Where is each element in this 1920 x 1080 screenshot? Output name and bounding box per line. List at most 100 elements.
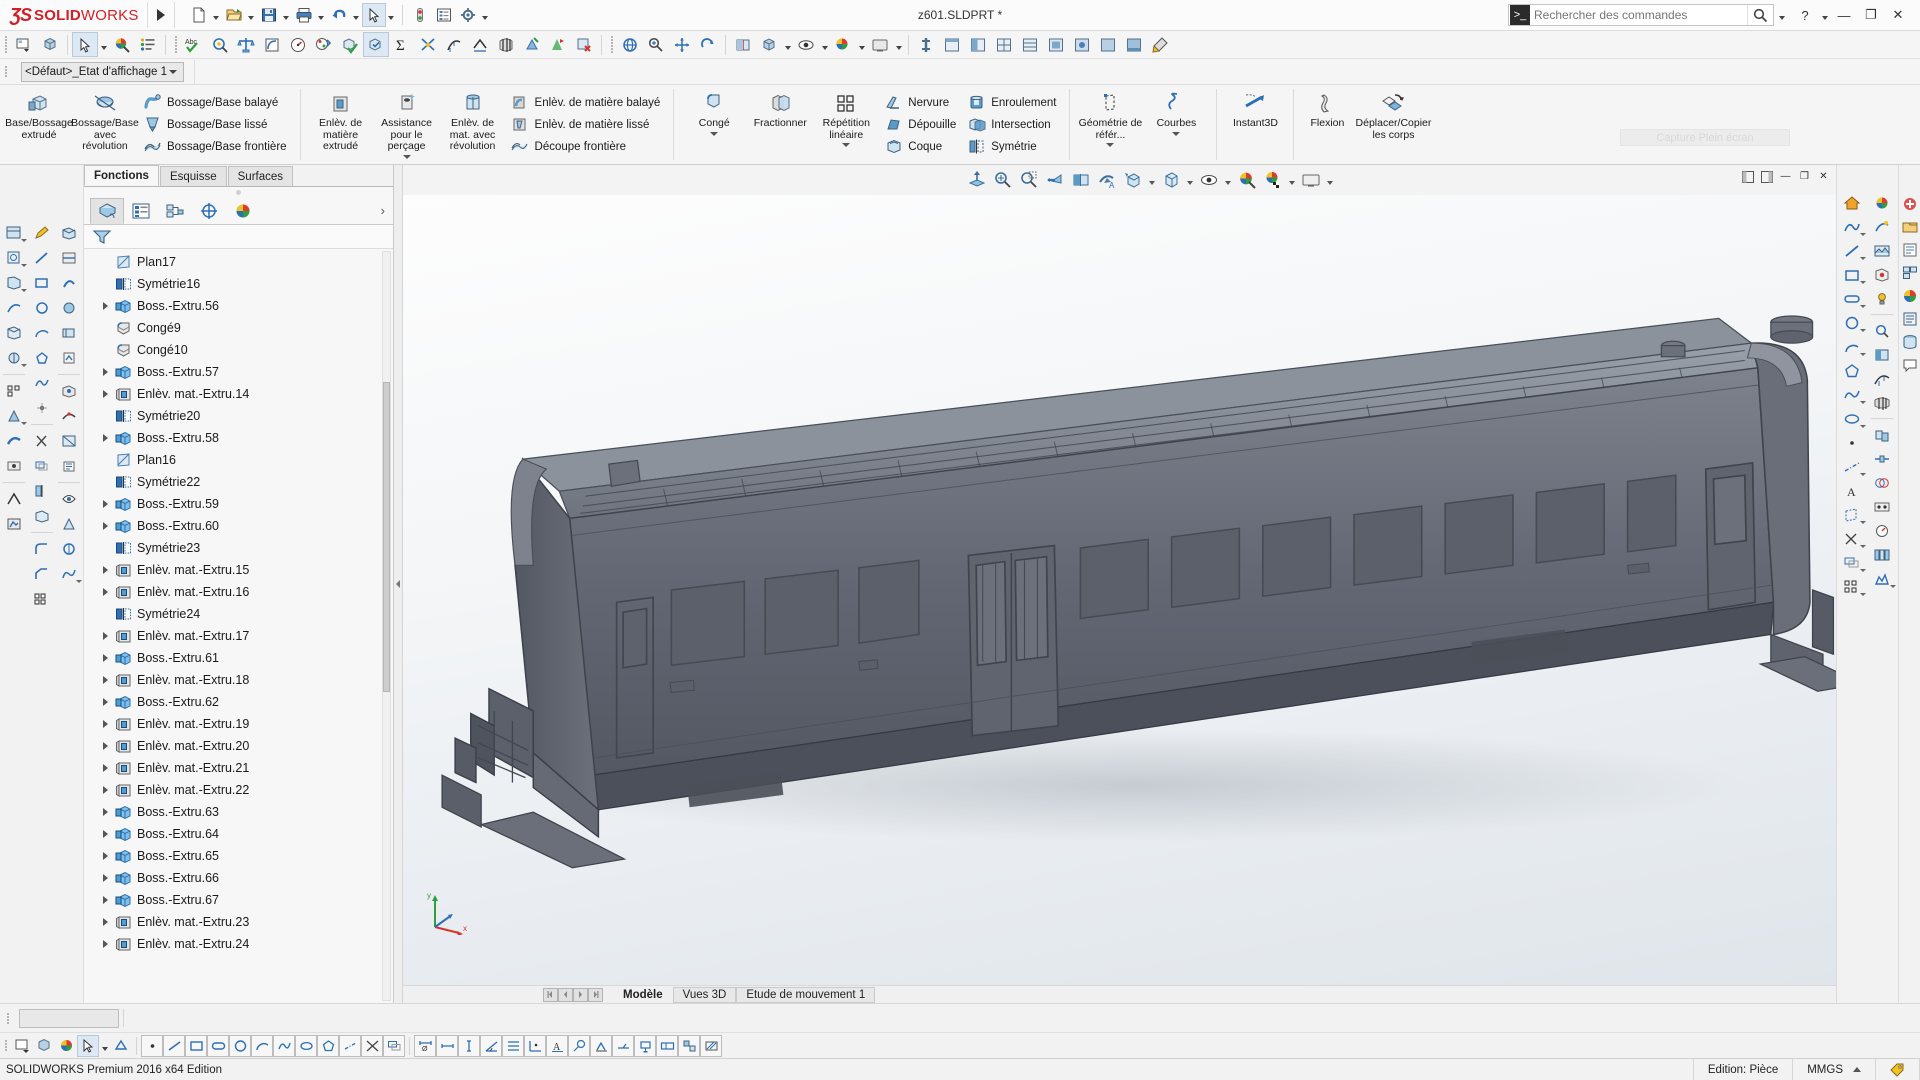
tree-item[interactable]: Symétrie16: [84, 273, 393, 295]
print-button[interactable]: [292, 3, 316, 27]
draft-analysis-button[interactable]: [545, 32, 571, 57]
tree-item[interactable]: Symétrie20: [84, 405, 393, 427]
bottom-input-field[interactable]: [19, 1008, 119, 1028]
feature-tree-list[interactable]: Plan17 Symétrie16 Boss.-Extru.56 Congé9 Cong…: [84, 249, 393, 1003]
pattern-tool-icon[interactable]: [1839, 575, 1866, 598]
task-pane-design-library-icon[interactable]: [1901, 218, 1919, 236]
print-dropdown[interactable]: [316, 3, 327, 27]
save-dropdown[interactable]: [281, 3, 292, 27]
view-orientation-icon[interactable]: A: [1094, 167, 1119, 193]
new-view-2-button[interactable]: [965, 32, 991, 57]
tree-expand-arrow-icon[interactable]: [98, 940, 112, 948]
tree-item[interactable]: Enlèv. mat.-Extru.22: [84, 779, 393, 801]
text-tool-icon[interactable]: A: [1839, 479, 1866, 502]
ribbon-linear-pattern-dropdown[interactable]: [842, 143, 851, 147]
minimize-button[interactable]: —: [1831, 3, 1857, 27]
rotate-view-button[interactable]: [695, 32, 721, 57]
tree-scrollbar-thumb[interactable]: [383, 382, 390, 692]
ribbon-extruded-boss-button[interactable]: Base/Bossage extrudé: [5, 87, 73, 162]
sketch-arc-icon[interactable]: [29, 321, 55, 345]
performance-evaluation-button[interactable]: [311, 32, 337, 57]
tree-expand-arrow-icon[interactable]: [98, 764, 112, 772]
property-manager-tab[interactable]: [124, 198, 158, 224]
sketch-pen-icon[interactable]: [29, 221, 55, 245]
bottom-view-button[interactable]: [55, 1035, 77, 1057]
configuration-manager-tab[interactable]: [158, 198, 192, 224]
sketch-mirror-tool-icon[interactable]: [29, 479, 55, 503]
bottom-sk-poly-button[interactable]: [317, 1034, 339, 1057]
new-view-7-button[interactable]: [1095, 32, 1121, 57]
undo-button[interactable]: [327, 3, 351, 27]
edit-part-button[interactable]: [11, 32, 37, 57]
ribbon-shell-button[interactable]: Coque: [881, 136, 960, 157]
tree-item[interactable]: Plan17: [84, 251, 393, 273]
tree-item[interactable]: Enlèv. mat.-Extru.19: [84, 713, 393, 735]
bottom-sk-rect-button[interactable]: [185, 1034, 207, 1057]
tree-item[interactable]: Boss.-Extru.56: [84, 295, 393, 317]
ribbon-extruded-cut-button[interactable]: Enlèv. de matière extrudé: [308, 87, 374, 162]
interference-tool-icon[interactable]: [1869, 471, 1896, 494]
tree-expand-arrow-icon[interactable]: [98, 654, 112, 662]
ribbon-intersect-button[interactable]: Intersection: [964, 114, 1060, 135]
tree-item[interactable]: Symétrie23: [84, 537, 393, 559]
zebra-stripes-button[interactable]: [493, 32, 519, 57]
view-tool-7-icon[interactable]: [56, 379, 82, 403]
tree-expand-arrow-icon[interactable]: [98, 852, 112, 860]
select-mode-dropdown[interactable]: [98, 33, 109, 57]
bottom-note-button[interactable]: A: [546, 1034, 568, 1057]
tree-item[interactable]: Boss.-Extru.63: [84, 801, 393, 823]
appearances-button[interactable]: [109, 32, 135, 57]
sketch-tool-1-icon[interactable]: [1, 221, 27, 245]
sketch-point-icon[interactable]: [29, 396, 55, 420]
view-tool-4-icon[interactable]: [56, 296, 82, 320]
tree-item[interactable]: Enlèv. mat.-Extru.17: [84, 625, 393, 647]
home-view-icon[interactable]: [1839, 191, 1866, 214]
point-tool-icon[interactable]: [1839, 431, 1866, 454]
section-view-button[interactable]: [730, 32, 756, 57]
edit-appearance-icon[interactable]: [1234, 167, 1259, 193]
sketch-poly-icon[interactable]: [29, 346, 55, 370]
sum-button[interactable]: Σ: [389, 32, 415, 57]
tree-item[interactable]: Enlèv. mat.-Extru.15: [84, 559, 393, 581]
tree-item[interactable]: Enlèv. mat.-Extru.20: [84, 735, 393, 757]
hole-align-icon[interactable]: [1869, 495, 1896, 518]
tree-expand-arrow-icon[interactable]: [98, 434, 112, 442]
help-button[interactable]: ?: [1792, 3, 1818, 27]
bottom-sk-trim-button[interactable]: [361, 1034, 383, 1057]
tree-item[interactable]: Plan16: [84, 449, 393, 471]
ribbon-hole-wizard-dropdown[interactable]: [402, 154, 411, 159]
new-view-4-button[interactable]: [1017, 32, 1043, 57]
toolbar-grip-3[interactable]: [608, 34, 615, 56]
view-tool-5-icon[interactable]: [56, 321, 82, 345]
new-view-3-button[interactable]: [991, 32, 1017, 57]
tree-item[interactable]: Enlèv. mat.-Extru.24: [84, 933, 393, 955]
view-tool-6-icon[interactable]: [56, 346, 82, 370]
tree-item[interactable]: Enlèv. mat.-Extru.16: [84, 581, 393, 603]
toolbar-grip[interactable]: [2, 34, 9, 56]
doc-minimize-icon[interactable]: —: [1777, 168, 1794, 185]
tree-expand-arrow-icon[interactable]: [98, 302, 112, 310]
bottom-grip-1[interactable]: [4, 1007, 11, 1029]
tree-scrollbar[interactable]: [382, 251, 391, 1001]
close-button[interactable]: ✕: [1885, 3, 1911, 27]
sketch-tool-5-icon[interactable]: [1, 321, 27, 345]
ribbon-revolved-boss-button[interactable]: Bossage/Base avec révolution: [71, 87, 139, 162]
tree-item[interactable]: Enlèv. mat.-Extru.18: [84, 669, 393, 691]
open-document-dropdown[interactable]: [246, 3, 257, 27]
ribbon-reference-geometry-button[interactable]: Géométrie de référ...: [1077, 87, 1143, 162]
mate-tool-icon[interactable]: [1869, 423, 1896, 446]
restore-button[interactable]: ❐: [1858, 3, 1884, 27]
view-tool-1-icon[interactable]: [56, 221, 82, 245]
bottom-dim-vertical-button[interactable]: [458, 1034, 480, 1057]
circle-tool-icon[interactable]: [1839, 311, 1866, 334]
previous-view-icon[interactable]: [1042, 167, 1067, 193]
tree-expand-arrow-icon[interactable]: [98, 808, 112, 816]
bottom-sk-centerline-button[interactable]: [339, 1034, 361, 1057]
apply-scene-button[interactable]: [830, 32, 856, 57]
tree-expand-arrow-icon[interactable]: [98, 676, 112, 684]
ribbon-curves-button[interactable]: Courbes: [1143, 87, 1209, 162]
sketch-tool-3-icon[interactable]: [1, 271, 27, 295]
tree-item[interactable]: Boss.-Extru.60: [84, 515, 393, 537]
tree-item[interactable]: Boss.-Extru.62: [84, 691, 393, 713]
ribbon-hole-wizard-button[interactable]: Assistance pour le perçage: [374, 87, 440, 162]
